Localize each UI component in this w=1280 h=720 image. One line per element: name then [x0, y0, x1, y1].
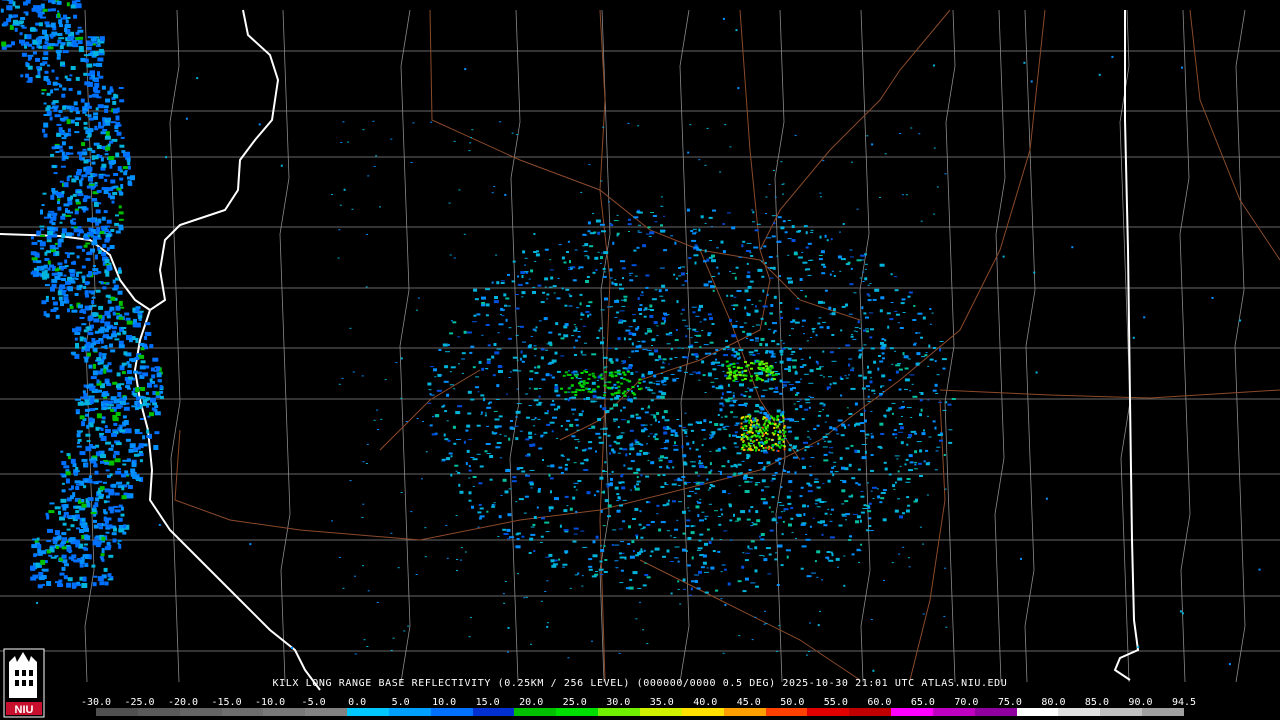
state-boundaries [0, 9, 1140, 691]
color-scale-label: -15.0 [211, 697, 242, 708]
color-scale-swatch [598, 708, 640, 716]
color-scale-swatch [179, 708, 222, 716]
color-scale-label: 35.0 [649, 697, 674, 708]
color-scale-label: 25.0 [562, 697, 587, 708]
color-scale-swatch [96, 708, 138, 716]
color-scale-swatch [305, 708, 348, 716]
color-scale-swatch [1100, 708, 1143, 716]
color-scale-label: -25.0 [124, 697, 155, 708]
color-scale-label: 70.0 [954, 697, 979, 708]
color-scale-swatch [556, 708, 599, 716]
color-scale-swatch [388, 708, 431, 716]
color-scale-label: 55.0 [823, 697, 848, 708]
color-scale-swatch [639, 708, 682, 716]
color-scale-label: 94.5 [1171, 697, 1197, 708]
color-scale-label: 60.0 [867, 697, 892, 708]
color-scale-swatch [974, 708, 1017, 716]
color-scale-swatch [514, 708, 557, 716]
color-scale-swatch [807, 708, 850, 716]
color-scale-label: 15.0 [475, 697, 500, 708]
color-scale-label: 90.0 [1128, 697, 1153, 708]
radar-map [0, 0, 1280, 691]
color-scale-swatch [263, 708, 306, 716]
color-scale-swatch [765, 708, 808, 716]
color-scale-swatch [681, 708, 724, 716]
highway-lines [174, 9, 1280, 681]
color-scale-label: 75.0 [997, 697, 1022, 708]
color-scale-swatch [723, 708, 766, 716]
color-scale-swatch [1142, 708, 1184, 716]
color-scale-swatch [221, 708, 264, 716]
color-scale-swatch [849, 708, 892, 716]
color-scale-swatch [472, 708, 515, 716]
color-scale-bar [96, 708, 1184, 716]
color-scale-label: 10.0 [432, 697, 457, 708]
product-caption: KILX LONG RANGE BASE REFLECTIVITY (0.25K… [272, 678, 1008, 689]
color-scale-label: 20.0 [519, 697, 544, 708]
logo-text: NIU [15, 704, 34, 716]
color-scale-label: 5.0 [391, 697, 410, 708]
color-scale-label: -5.0 [301, 697, 326, 708]
color-scale-swatch [1016, 708, 1059, 716]
color-scale-label: 45.0 [736, 697, 761, 708]
radar-echoes [0, 0, 1261, 672]
color-scale-label: 40.0 [693, 697, 718, 708]
color-scale-label: -30.0 [80, 697, 112, 708]
color-scale-swatch [430, 708, 473, 716]
color-scale-label: 30.0 [606, 697, 631, 708]
color-scale-label: 50.0 [780, 697, 805, 708]
color-scale-label: -20.0 [167, 697, 199, 708]
color-scale-swatch [1058, 708, 1101, 716]
color-scale-label: 65.0 [910, 697, 935, 708]
color-scale-swatch [932, 708, 975, 716]
niu-logo: NIU [3, 648, 45, 718]
color-scale-label: 0.0 [348, 697, 367, 708]
color-scale-label: 80.0 [1041, 697, 1066, 708]
color-scale-label: -10.0 [255, 697, 286, 708]
color-scale-swatch [347, 708, 389, 716]
color-scale-label: 85.0 [1084, 697, 1109, 708]
color-scale-labels: -30.0 -25.0 -20.0 -15.0 -10.0 -5.0 0.0 5.0 10.0 1… [81, 697, 1196, 708]
color-scale-swatch [137, 708, 180, 716]
color-scale-swatch [891, 708, 933, 716]
